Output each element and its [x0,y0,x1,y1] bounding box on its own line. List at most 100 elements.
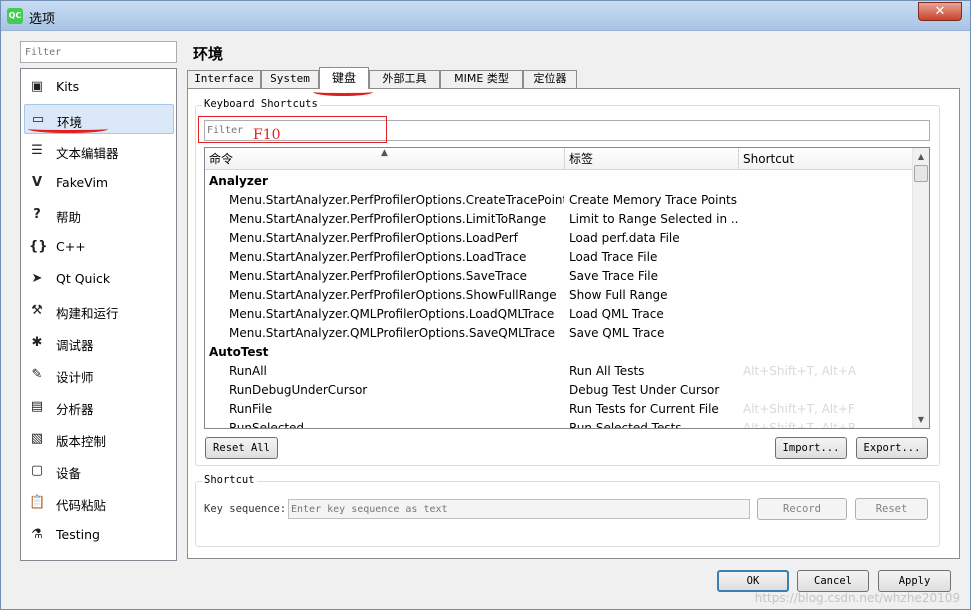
sidebar-item[interactable]: ▢ 设备 [24,456,174,486]
testing-flask-icon: ⚗ [31,527,43,542]
table-row[interactable]: RunFile Run Tests for Current File Alt+Shi… [205,400,912,419]
options-dialog: QC 选项 ✕ ▣Kits▭环境☰文本编辑器VFakeVim?帮助{}C++➤Q… [0,0,971,610]
table-row[interactable]: Menu.StartAnalyzer.PerfProfilerOptions.S… [205,267,912,286]
table-vertical-scrollbar[interactable]: ▲ ▼ [912,148,929,428]
hammer-icon: ⚒ [31,303,43,318]
cell-command: Menu.StartAnalyzer.PerfProfilerOptions.C… [229,193,564,207]
table-row[interactable]: RunDebugUnderCursor Debug Test Under Curs… [205,381,912,400]
kits-icon: ▣ [30,79,44,94]
sidebar-item[interactable]: ⚒ 构建和运行 [24,296,174,326]
watermark-text: https://blog.csdn.net/whzhe20109 [754,591,960,605]
scroll-thumb[interactable] [914,165,928,182]
export-button[interactable]: Export... [856,437,928,459]
record-button[interactable]: Record [757,498,847,520]
sidebar-filter-input[interactable] [20,41,177,63]
cell-command: Menu.StartAnalyzer.PerfProfilerOptions.L… [229,212,547,226]
sidebar-item[interactable]: V FakeVim [24,168,174,198]
cell-command: Menu.StartAnalyzer.PerfProfilerOptions.S… [229,288,557,302]
close-button[interactable]: ✕ [918,2,962,21]
sidebar-item[interactable]: 📋 代码粘贴 [24,488,174,518]
sidebar-item-label: Testing [56,527,100,542]
cell-label: Run Tests for Current File [569,402,719,416]
analyzer-icon: ▤ [30,399,44,414]
sidebar-item[interactable]: ▣ Kits [24,72,174,102]
table-group-row[interactable]: Analyzer [205,172,912,191]
cell-command: Menu.StartAnalyzer.QMLProfilerOptions.Lo… [229,307,555,321]
column-header-label[interactable]: 标签 [565,148,739,170]
cell-label: Run All Tests [569,364,645,378]
sidebar-item[interactable]: ▧ 版本控制 [24,424,174,454]
sidebar-item[interactable]: ? 帮助 [24,200,174,230]
sidebar-item[interactable]: ☰ 文本编辑器 [24,136,174,166]
sidebar-item-label: FakeVim [56,175,109,190]
tab[interactable]: MIME 类型 [440,70,523,88]
tab[interactable]: 外部工具 [369,70,440,88]
cell-label: Save QML Trace [569,326,665,340]
window-title: 选项 [29,12,56,27]
cell-label: Debug Test Under Cursor [569,383,720,397]
table-row[interactable]: RunSelected Run Selected Tests Alt+Shift+T… [205,419,912,429]
table-row[interactable]: Menu.StartAnalyzer.PerfProfilerOptions.L… [205,229,912,248]
pencil-icon: ✎ [31,367,43,382]
cell-label: Run Selected Tests [569,421,682,429]
import-button[interactable]: Import... [775,437,847,459]
table-row[interactable]: Menu.StartAnalyzer.PerfProfilerOptions.S… [205,286,912,305]
keyboard-shortcuts-group-title: Keyboard Shortcuts [202,98,320,110]
table-row[interactable]: Menu.StartAnalyzer.QMLProfilerOptions.Lo… [205,305,912,324]
sidebar-item-label: 帮助 [56,210,82,225]
cell-command: AutoTest [209,345,269,359]
sidebar-item-label: 调试器 [56,338,94,353]
reset-all-button[interactable]: Reset All [205,437,278,459]
sidebar-item[interactable]: {} C++ [24,232,174,262]
cell-label: Load QML Trace [569,307,664,321]
cell-label: Save Trace File [569,269,658,283]
cell-command: RunFile [229,402,273,416]
column-header-shortcut[interactable]: Shortcut [739,148,913,170]
fakevim-icon: V [31,175,43,190]
sidebar-item[interactable]: ✎ 设计师 [24,360,174,390]
reset-button[interactable]: Reset [855,498,928,520]
column-header-command[interactable]: ▲ 命令 [205,148,565,170]
sidebar-item-label: 分析器 [56,402,94,417]
cell-command: Menu.StartAnalyzer.PerfProfilerOptions.L… [229,250,527,264]
cpp-braces-icon: {} [29,239,48,254]
clipboard-icon: 📋 [29,495,46,510]
table-group-row[interactable]: AutoTest [205,343,912,362]
category-list: ▣ Kits ▭ 环境 ☰ 文本编辑器 V FakeVim? 帮助{} C++ ➤ Qt Quick ⚒… [20,68,177,561]
sidebar-item[interactable]: ✱ 调试器 [24,328,174,358]
sidebar-item-label: 设计师 [56,370,94,385]
cell-command: Menu.StartAnalyzer.QMLProfilerOptions.Sa… [229,326,555,340]
sidebar-item[interactable]: ▤ 分析器 [24,392,174,422]
scroll-down-arrow-icon[interactable]: ▼ [913,411,929,428]
cell-command: Analyzer [209,174,268,188]
cell-command: RunDebugUnderCursor [229,383,368,397]
shortcuts-table: ▲ 命令 标签 Shortcut Analyzer Menu.StartAnaly… [204,147,930,429]
table-row[interactable]: Menu.StartAnalyzer.PerfProfilerOptions.C… [205,191,912,210]
table-row[interactable]: RunAll Run All Tests Alt+Shift+T, Alt+A [205,362,912,381]
sidebar-item[interactable]: ➤ Qt Quick [24,264,174,294]
ok-button[interactable]: OK [717,570,789,592]
scroll-up-arrow-icon[interactable]: ▲ [913,148,929,165]
table-row[interactable]: Menu.StartAnalyzer.PerfProfilerOptions.L… [205,210,912,229]
shortcut-group-title: Shortcut [202,474,257,486]
tab[interactable]: 定位器 [523,70,577,88]
cell-label: Create Memory Trace Points [569,193,737,207]
title-bar: QC 选项 ✕ [1,1,970,31]
apply-button[interactable]: Apply [878,570,951,592]
annotation-red-box [198,116,387,143]
cancel-button[interactable]: Cancel [797,570,869,592]
table-row[interactable]: Menu.StartAnalyzer.PerfProfilerOptions.L… [205,248,912,267]
key-sequence-input[interactable] [288,499,750,519]
sidebar-item-label: C++ [56,239,86,254]
version-control-icon: ▧ [30,431,44,446]
tab[interactable]: 键盘 [319,67,369,89]
cell-label: Load Trace File [569,250,658,264]
sidebar-item-label: 代码粘贴 [56,498,107,513]
cell-command: RunAll [229,364,267,378]
table-row[interactable]: Menu.StartAnalyzer.QMLProfilerOptions.Sa… [205,324,912,343]
sidebar-item[interactable]: ⚗ Testing [24,520,174,550]
page-title: 环境 [193,45,224,63]
help-icon: ? [33,207,41,222]
tab[interactable]: System [261,70,319,88]
tab[interactable]: Interface [187,70,261,88]
